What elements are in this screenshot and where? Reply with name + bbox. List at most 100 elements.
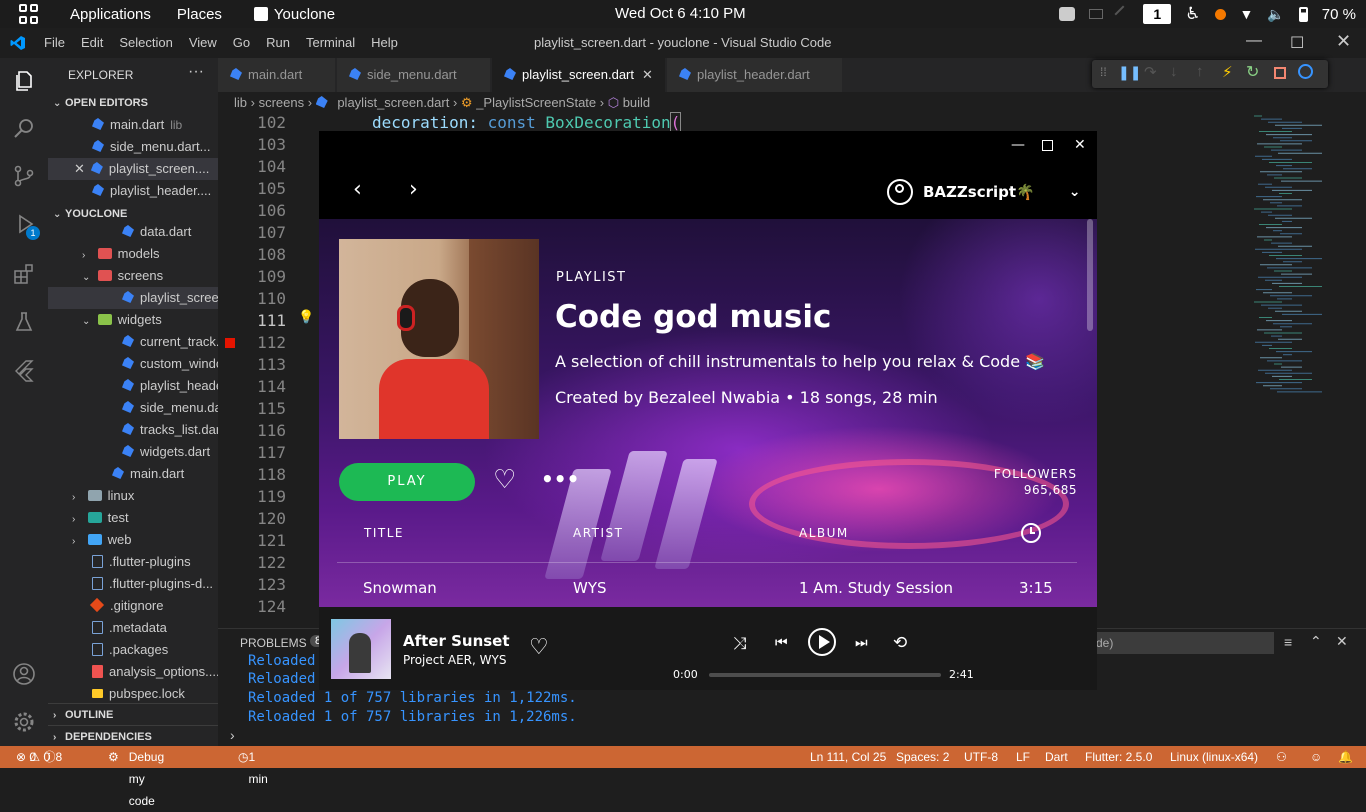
tree-item[interactable]: custom_windo... (48, 353, 218, 375)
progress-bar[interactable] (709, 673, 941, 677)
breadcrumb-item[interactable]: screens (259, 95, 305, 110)
tree-item[interactable]: › test (48, 507, 218, 529)
tab-main-dart[interactable]: main.dart (218, 58, 336, 92)
restart-icon[interactable]: ↻ (1246, 62, 1259, 82)
open-editor-item[interactable]: side_menu.dart... (48, 136, 218, 158)
play-circle-icon[interactable] (808, 628, 836, 656)
lightbulb-icon[interactable]: 💡 (298, 310, 314, 325)
tray-icon[interactable] (1114, 5, 1132, 23)
menu-edit[interactable]: Edit (81, 35, 103, 50)
tree-item[interactable]: .gitignore (48, 595, 218, 617)
battery-icon[interactable] (1298, 6, 1308, 22)
inspect-widget-icon[interactable] (1298, 64, 1313, 79)
drag-handle-icon[interactable]: ⁞⁞ (1100, 65, 1107, 79)
hot-reload-icon[interactable]: ⚡ (1222, 63, 1233, 81)
menu-run[interactable]: Run (266, 35, 290, 50)
app-maximize-button[interactable] (1042, 140, 1053, 151)
repeat-icon[interactable]: ⟲ (893, 633, 907, 653)
menu-go[interactable]: Go (233, 35, 250, 50)
errors-status[interactable]: ⊗ 0 ⚠ 0 ⓘ 8 (16, 746, 62, 768)
battery-level[interactable]: 70 % (1322, 6, 1356, 23)
time-status[interactable]: ◷ 1 min (238, 746, 268, 786)
breakpoint-icon[interactable] (225, 338, 235, 348)
open-editor-item[interactable]: playlist_header.... (48, 180, 218, 202)
more-actions-icon[interactable]: ··· (188, 64, 204, 80)
step-into-icon[interactable]: ↓ (1170, 63, 1178, 80)
app-close-button[interactable]: ✕ (1074, 137, 1086, 153)
minimize-window-button[interactable]: — (1246, 32, 1262, 50)
column-header-artist[interactable]: ARTIST (573, 526, 624, 540)
problems-tab[interactable]: PROBLEMS (240, 636, 307, 650)
filter-input[interactable]: de) (1088, 632, 1274, 654)
tree-item[interactable]: current_track.... (48, 331, 218, 353)
tree-item[interactable]: pubspec.lock (48, 683, 218, 705)
indentation-status[interactable]: Spaces: 2 (896, 746, 949, 768)
app-grid-icon[interactable] (19, 4, 39, 24)
explorer-icon[interactable] (12, 69, 36, 93)
wifi-icon[interactable]: ▼ (1240, 6, 1254, 22)
volume-icon[interactable]: 🔈 (1267, 6, 1284, 23)
language-status[interactable]: Dart (1045, 746, 1068, 768)
shuffle-icon[interactable]: ⤨ (733, 634, 747, 654)
column-header-album[interactable]: ALBUM (799, 526, 849, 540)
account-icon[interactable] (12, 662, 36, 686)
accessibility-icon[interactable]: ♿ (1185, 4, 1200, 24)
menu-help[interactable]: Help (371, 35, 398, 50)
tab-playlist-header[interactable]: playlist_header.dart (667, 58, 843, 92)
extensions-icon[interactable] (12, 262, 36, 286)
tree-item[interactable]: › linux (48, 485, 218, 507)
applications-menu[interactable]: Applications (70, 6, 151, 23)
open-editors-section[interactable]: ⌄ OPEN EDITORS (48, 92, 218, 114)
active-app-menu[interactable]: Youclone (253, 6, 335, 23)
tab-playlist-screen[interactable]: playlist_screen.dart ✕ (492, 58, 666, 92)
tree-item[interactable]: side_menu.dart (48, 397, 218, 419)
tree-item[interactable]: .packages (48, 639, 218, 661)
dependencies-section[interactable]: › DEPENDENCIES (48, 725, 218, 746)
tree-item[interactable]: .flutter-plugins-d... (48, 573, 218, 595)
skip-next-icon[interactable]: ⏭ (855, 635, 868, 651)
menu-selection[interactable]: Selection (119, 35, 172, 50)
more-options-icon[interactable]: ••• (541, 467, 579, 491)
scrollbar-thumb[interactable] (1087, 219, 1093, 331)
debug-config-status[interactable]: ⚙ Debug my code (108, 746, 164, 808)
cursor-position-status[interactable]: Ln 111, Col 25 (810, 746, 886, 768)
heart-outline-icon[interactable]: ♡ (493, 465, 516, 495)
step-over-icon[interactable]: ↷ (1144, 63, 1157, 81)
pause-icon[interactable]: ❚❚ (1118, 64, 1141, 81)
maximize-panel-icon[interactable]: ⌃ (1310, 633, 1322, 650)
play-button[interactable]: PLAY (339, 463, 475, 501)
open-editor-item[interactable]: main.dart lib (48, 114, 218, 136)
encoding-status[interactable]: UTF-8 (964, 746, 998, 768)
tree-item[interactable]: › models (48, 243, 218, 265)
tree-item[interactable]: analysis_options.... (48, 661, 218, 683)
track-row[interactable]: Snowman WYS 1 Am. Study Session 3:15 (319, 569, 1097, 607)
flutter-version-status[interactable]: Flutter: 2.5.0 (1085, 746, 1152, 768)
testing-icon[interactable] (12, 310, 36, 334)
workspace-indicator[interactable]: 1 (1143, 4, 1172, 24)
tree-item[interactable]: .metadata (48, 617, 218, 639)
stop-icon[interactable] (1274, 67, 1286, 79)
breadcrumb-item[interactable]: build (623, 95, 650, 110)
run-debug-icon[interactable]: 1 (12, 212, 40, 240)
tree-item[interactable]: tracks_list.dart (48, 419, 218, 441)
breadcrumb-item[interactable]: _PlaylistScreenState (476, 95, 596, 110)
tree-item[interactable]: data.dart (48, 221, 218, 243)
eol-status[interactable]: LF (1016, 746, 1030, 768)
breadcrumb-item[interactable]: playlist_screen.dart (337, 95, 449, 110)
tray-icon[interactable] (1089, 9, 1104, 19)
menu-terminal[interactable]: Terminal (306, 35, 355, 50)
copilot-icon[interactable]: ⚇ (1276, 746, 1287, 768)
feedback-icon[interactable]: ☺ (1310, 746, 1322, 768)
back-arrow-icon[interactable]: ‹ (353, 177, 362, 202)
tree-item[interactable]: playlist_heade... (48, 375, 218, 397)
tree-item[interactable]: widgets.dart (48, 441, 218, 463)
close-window-button[interactable]: ✕ (1336, 31, 1351, 52)
places-menu[interactable]: Places (177, 6, 222, 23)
user-profile-button[interactable]: BAZZscript🌴 ⌄ (887, 179, 1080, 205)
tree-item[interactable]: ⌄ widgets (48, 309, 218, 331)
tree-item[interactable]: ⌄ screens (48, 265, 218, 287)
search-icon[interactable] (12, 116, 36, 140)
tree-item[interactable]: .flutter-plugins (48, 551, 218, 573)
tree-item[interactable]: playlist_screen.... (48, 287, 218, 309)
tree-item[interactable]: › web (48, 529, 218, 551)
